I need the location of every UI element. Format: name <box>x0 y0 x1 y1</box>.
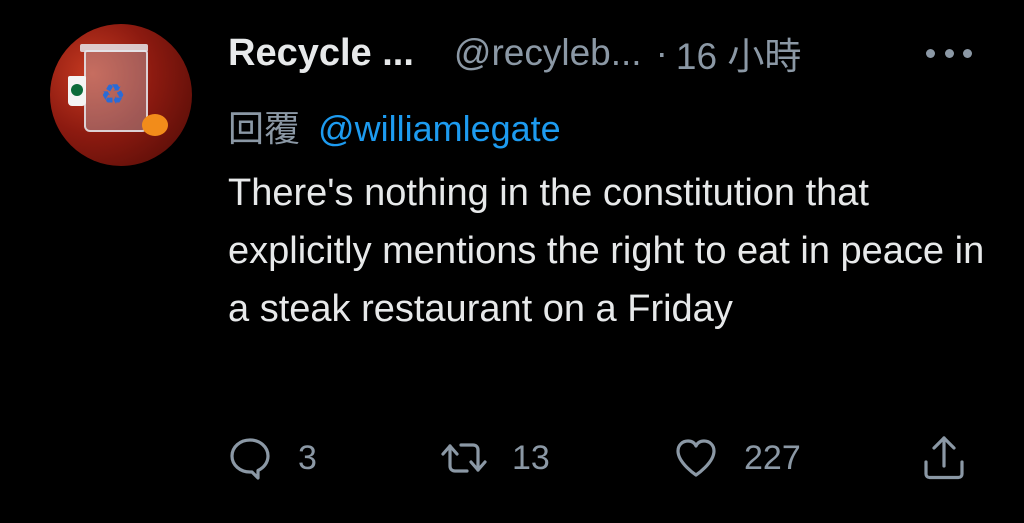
like-count: 227 <box>744 438 801 477</box>
like-button[interactable]: 227 <box>672 430 801 486</box>
user-handle[interactable]: @recyleb... <box>454 32 642 74</box>
reply-context: 回覆 @williamlegate <box>228 100 561 152</box>
retweet-count: 13 <box>512 438 550 477</box>
separator-dot: · <box>655 32 668 73</box>
reply-button[interactable]: 3 <box>226 430 317 486</box>
pumpkin-icon <box>142 114 168 136</box>
heart-icon <box>676 439 716 477</box>
tweet-header: Recycle ... @recyleb... · 16 小時 <box>228 30 801 78</box>
more-options-button[interactable] <box>926 44 972 62</box>
tweet-text: There's nothing in the constitution that… <box>228 172 985 330</box>
reply-count: 3 <box>298 438 317 477</box>
more-horizontal-icon-dot <box>963 48 972 58</box>
share-button[interactable] <box>920 430 968 486</box>
retweet-icon <box>441 443 487 473</box>
timestamp[interactable]: 16 小時 <box>676 26 801 80</box>
reply-to-mention-link[interactable]: @williamlegate <box>318 108 561 149</box>
more-horizontal-icon-dot <box>926 48 935 58</box>
retweet-button[interactable]: 13 <box>440 430 550 486</box>
recycle-icon: ♻ <box>100 79 126 110</box>
share-icon <box>924 436 964 480</box>
reply-bubble-icon <box>230 438 270 480</box>
reply-label: 回覆 <box>228 108 301 149</box>
cup-logo-icon <box>71 84 83 96</box>
more-horizontal-icon-dot <box>944 48 954 58</box>
avatar[interactable]: ♻ <box>50 24 192 166</box>
tweet-actions: 3 13 227 <box>226 430 986 486</box>
display-name[interactable]: Recycle ... <box>228 32 414 75</box>
